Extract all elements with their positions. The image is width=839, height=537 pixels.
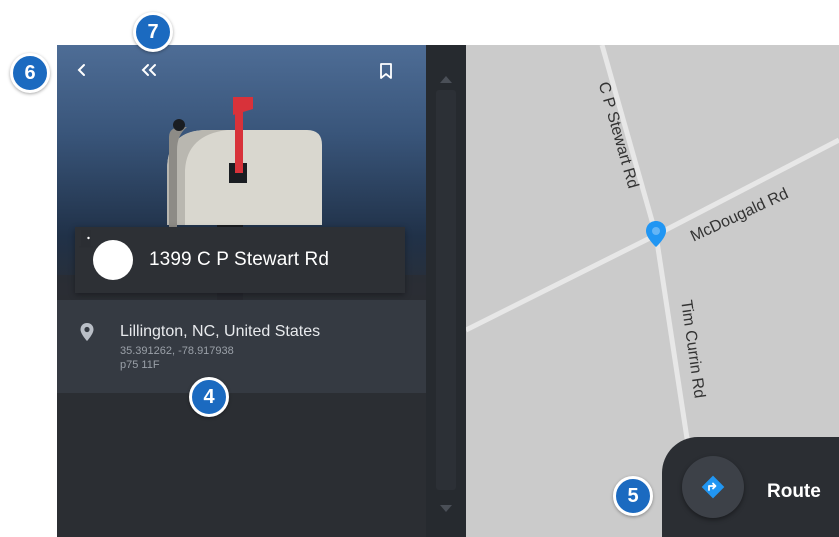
plus-code-text: p75 11F [120, 359, 160, 371]
route-diamond-icon [701, 475, 725, 499]
address-section: Lillington, NC, United States 35.391262,… [57, 300, 426, 393]
location-marker-icon[interactable] [644, 219, 668, 249]
poi-title-card: 1399 C P Stewart Rd [75, 227, 405, 293]
scrollbar[interactable] [426, 45, 466, 537]
coordinates-text: 35.391262, -78.917938 [120, 345, 234, 357]
route-panel: Route [662, 437, 839, 537]
callout-6: 6 [10, 53, 50, 93]
poi-detail-panel: 1399 C P Stewart Rd Lillington, NC, Unit… [57, 45, 426, 537]
bookmark-button[interactable] [379, 63, 407, 91]
collapse-panel-button[interactable] [139, 63, 167, 91]
location-pin-icon [80, 323, 94, 341]
back-button[interactable] [75, 63, 103, 91]
chevron-left-icon [77, 64, 85, 76]
scroll-up-icon[interactable] [438, 73, 454, 85]
double-chevron-left-icon [141, 64, 156, 76]
poi-title: 1399 C P Stewart Rd [149, 249, 330, 270]
poi-photo: 1399 C P Stewart Rd [57, 45, 426, 300]
route-button[interactable] [682, 456, 744, 518]
door-icon [79, 230, 133, 280]
scroll-down-icon[interactable] [438, 503, 454, 515]
scroll-track[interactable] [436, 90, 456, 490]
callout-4: 4 [189, 377, 229, 417]
bookmark-icon [380, 63, 392, 79]
callout-5: 5 [613, 476, 653, 516]
address-text: Lillington, NC, United States [120, 323, 321, 340]
route-label[interactable]: Route [767, 481, 821, 503]
callout-7: 7 [133, 12, 173, 52]
